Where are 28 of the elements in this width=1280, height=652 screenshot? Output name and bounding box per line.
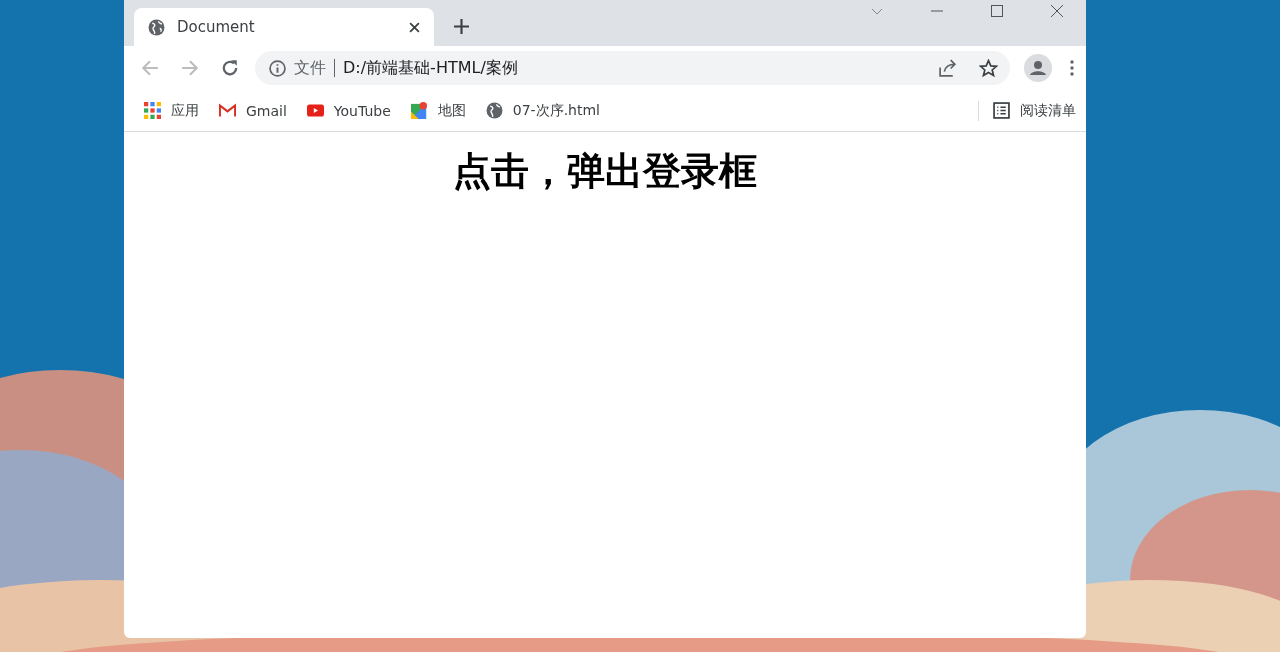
bookmark-item[interactable]: 地图	[410, 101, 466, 120]
new-tab-icon[interactable]	[454, 19, 469, 34]
bookmark-item[interactable]: 07-次序.html	[485, 101, 600, 120]
list-icon	[993, 102, 1010, 119]
play-icon	[306, 102, 324, 119]
close-icon[interactable]	[409, 21, 420, 33]
url-text: D:/前端基础-HTML/案例	[343, 57, 518, 79]
close-icon[interactable]	[1050, 4, 1064, 18]
address-bar[interactable]: 文件 D:/前端基础-HTML/案例	[255, 51, 1010, 85]
security-label: 文件	[294, 57, 326, 79]
apps-grid-icon	[144, 102, 161, 119]
reload-icon[interactable]	[221, 59, 239, 77]
profile-icon[interactable]	[1024, 54, 1052, 82]
page-heading: 点击，弹出登录框	[453, 148, 757, 195]
reading-list-button[interactable]: 阅读清单	[993, 101, 1076, 120]
map-pin-icon	[410, 102, 428, 119]
bookmark-item[interactable]: Gmail	[219, 102, 287, 119]
menu-icon[interactable]	[1070, 60, 1074, 76]
bookmark-item[interactable]: YouTube	[306, 102, 391, 119]
info-icon	[269, 59, 286, 77]
share-icon[interactable]	[938, 58, 957, 78]
globe-icon	[148, 18, 165, 36]
browser-tab[interactable]: Document	[134, 8, 434, 46]
mail-icon	[219, 102, 236, 119]
globe-icon	[485, 102, 503, 119]
maximize-icon[interactable]	[990, 4, 1004, 18]
star-icon[interactable]	[979, 58, 998, 78]
bookmark-item[interactable]: 应用	[144, 101, 199, 120]
